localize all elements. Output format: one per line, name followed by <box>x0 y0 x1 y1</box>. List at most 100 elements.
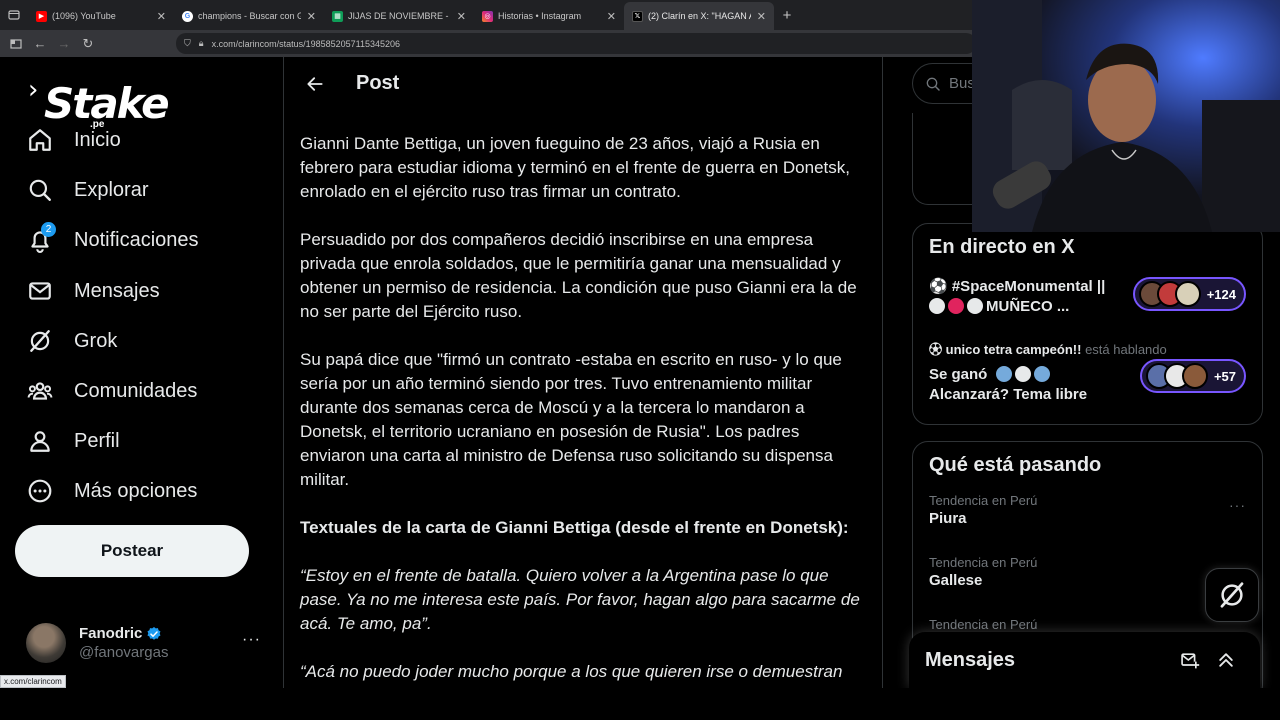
url-text: x.com/clarincom/status/19858520571153452… <box>211 38 401 49</box>
live-space-item[interactable]: ⚽︎ unico tetra campeón!! está hablando S… <box>913 341 1262 411</box>
browser-tab-instagram[interactable]: ◎ Historias • Instagram ✕ <box>474 2 624 30</box>
communities-icon <box>26 377 54 405</box>
account-name: Fanodric <box>79 625 143 642</box>
sheets-icon: ▦ <box>332 10 343 22</box>
close-icon[interactable]: ✕ <box>607 10 616 23</box>
live-listeners-pill[interactable]: +124 <box>1132 277 1246 311</box>
post-paragraph: Su papá dice que "firmó un contrato -est… <box>300 350 842 489</box>
new-message-icon[interactable] <box>1172 650 1208 670</box>
sidebar-item-label: Perfil <box>74 429 120 452</box>
letterbox-bar <box>0 688 1280 720</box>
listener-avatar <box>1181 363 1208 389</box>
live-space-item[interactable]: ⚽ #SpaceMonumental || MUÑECO ... +124 <box>913 277 1262 335</box>
listener-count: +124 <box>1206 286 1236 302</box>
grok-floating-button[interactable] <box>1205 568 1259 622</box>
more-options-icon[interactable]: ··· <box>242 631 261 649</box>
trend-name: Piura <box>929 510 967 527</box>
messages-drawer-title: Mensajes <box>925 648 1016 671</box>
verified-badge-icon <box>146 626 162 642</box>
post-header: Post <box>284 57 882 110</box>
live-listeners-pill[interactable]: +57 <box>1139 359 1246 393</box>
instagram-icon: ◎ <box>482 10 493 22</box>
listener-count: +57 <box>1213 368 1236 384</box>
browser-tab-google[interactable]: G champions - Buscar con Google ✕ <box>174 2 324 30</box>
sidebar-item-notificaciones[interactable]: 2 Notificaciones <box>26 222 199 258</box>
tab-label: (1096) YouTube <box>52 11 116 21</box>
reload-icon[interactable]: ↻ <box>76 32 100 56</box>
tab-label: (2) Clarín en X: "HAGAN ALGO <box>648 11 751 21</box>
white-circle-icon <box>967 298 983 314</box>
listener-avatar <box>1174 281 1201 307</box>
red-circle-icon <box>948 298 964 314</box>
notification-badge: 2 <box>41 222 56 237</box>
back-icon[interactable]: ← <box>28 32 52 56</box>
messages-drawer[interactable]: Mensajes <box>909 632 1260 688</box>
post-quote: “Estoy en el frente de batalla. Quiero v… <box>300 566 860 633</box>
sidebar-item-label: Mensajes <box>74 279 160 302</box>
account-name-row: Fanodric <box>79 625 168 642</box>
sidebar-item-mas-opciones[interactable]: Más opciones <box>26 473 197 509</box>
left-sidebar: › Stake .pe Inicio Explorar 2 Notificaci… <box>0 57 283 720</box>
live-space-host: ⚽︎ unico tetra campeón!! está hablando <box>929 342 1167 357</box>
soccer-ball-icon: ⚽︎ <box>929 342 943 357</box>
lock-icon: 🔒︎ <box>198 38 204 48</box>
post-paragraph: Gianni Dante Bettiga, un joven fueguino … <box>300 134 850 201</box>
browser-tab-youtube[interactable]: ▶ (1096) YouTube ✕ <box>28 2 174 30</box>
live-space-title-line2: MUÑECO ... <box>929 297 1129 317</box>
sidebar-item-comunidades[interactable]: Comunidades <box>26 373 197 409</box>
tab-label: JIJAS DE NOVIEMBRE - Hojas de <box>348 11 451 21</box>
account-switcher[interactable]: Fanodric @fanovargas ··· <box>26 619 271 667</box>
trend-name: Gallese <box>929 572 983 589</box>
logo-text: Stake <box>44 79 170 128</box>
close-icon[interactable]: ✕ <box>307 10 316 23</box>
x-logo-icon: › <box>28 75 39 105</box>
trend-meta: Tendencia en Perú <box>929 617 1038 632</box>
youtube-icon: ▶ <box>36 10 47 22</box>
trends-card-title: Qué está pasando <box>929 454 1102 476</box>
trend-item[interactable]: Tendencia en Perú Piura ··· <box>913 493 1262 555</box>
sidebar-item-label: Explorar <box>74 178 149 201</box>
page-title: Post <box>356 72 400 94</box>
chevron-up-icon[interactable] <box>1208 650 1244 670</box>
tab-search-icon[interactable] <box>0 0 28 30</box>
sidebar-item-mensajes[interactable]: Mensajes <box>26 273 160 309</box>
google-icon: G <box>182 10 193 22</box>
grok-icon <box>26 327 54 355</box>
tab-label: champions - Buscar con Google <box>198 11 301 21</box>
account-handle: @fanovargas <box>79 644 169 661</box>
grok-icon <box>1220 582 1244 608</box>
sidebar-item-explorar[interactable]: Explorar <box>26 172 148 208</box>
back-arrow-icon[interactable] <box>300 69 330 99</box>
post-button[interactable]: Postear <box>15 525 249 577</box>
sidebar-item-perfil[interactable]: Perfil <box>26 423 120 459</box>
post-paragraph: Persuadido por dos compañeros decidió in… <box>300 230 857 321</box>
blue-circle-icon <box>1033 366 1050 382</box>
sidebar-item-label: Grok <box>74 329 118 352</box>
close-icon[interactable]: ✕ <box>457 10 466 23</box>
post-quote: “Acá no puedo joder mucho porque a los q… <box>300 662 843 681</box>
search-icon <box>26 176 54 204</box>
close-icon[interactable]: ✕ <box>757 10 766 23</box>
webcam-overlay <box>972 0 1280 232</box>
link-status-tooltip: x.com/clarincom <box>0 675 66 688</box>
forward-icon[interactable]: → <box>52 32 76 56</box>
sidebar-item-label: Más opciones <box>74 479 198 502</box>
webcam-image <box>972 0 1280 232</box>
new-tab-button[interactable]: + <box>774 7 800 24</box>
bell-icon: 2 <box>26 222 56 254</box>
main-column: Post Gianni Dante Bettiga, un joven fueg… <box>283 57 883 688</box>
live-space-title: Se ganó <box>929 365 1129 385</box>
browser-tab-sheets[interactable]: ▦ JIJAS DE NOVIEMBRE - Hojas de ✕ <box>324 2 474 30</box>
sidebar-toggle-icon[interactable] <box>4 32 28 56</box>
more-options-icon[interactable]: ··· <box>1229 497 1246 513</box>
sidebar-item-label: Notificaciones <box>74 228 199 251</box>
address-bar[interactable]: ⛉ 🔒︎ x.com/clarincom/status/198585205711… <box>176 33 976 54</box>
live-space-title-line2: Alcanzará? Tema libre <box>929 386 1088 403</box>
close-icon[interactable]: ✕ <box>157 10 166 23</box>
x-icon: 𝕏 <box>632 10 643 22</box>
live-on-x-card: En directo en X ⚽ #SpaceMonumental || MU… <box>912 223 1263 425</box>
sidebar-item-label: Inicio <box>74 128 121 151</box>
browser-tab-x[interactable]: 𝕏 (2) Clarín en X: "HAGAN ALGO ✕ <box>624 2 774 30</box>
sidebar-item-grok[interactable]: Grok <box>26 323 117 359</box>
sidebar-item-inicio[interactable]: Inicio <box>26 122 121 158</box>
